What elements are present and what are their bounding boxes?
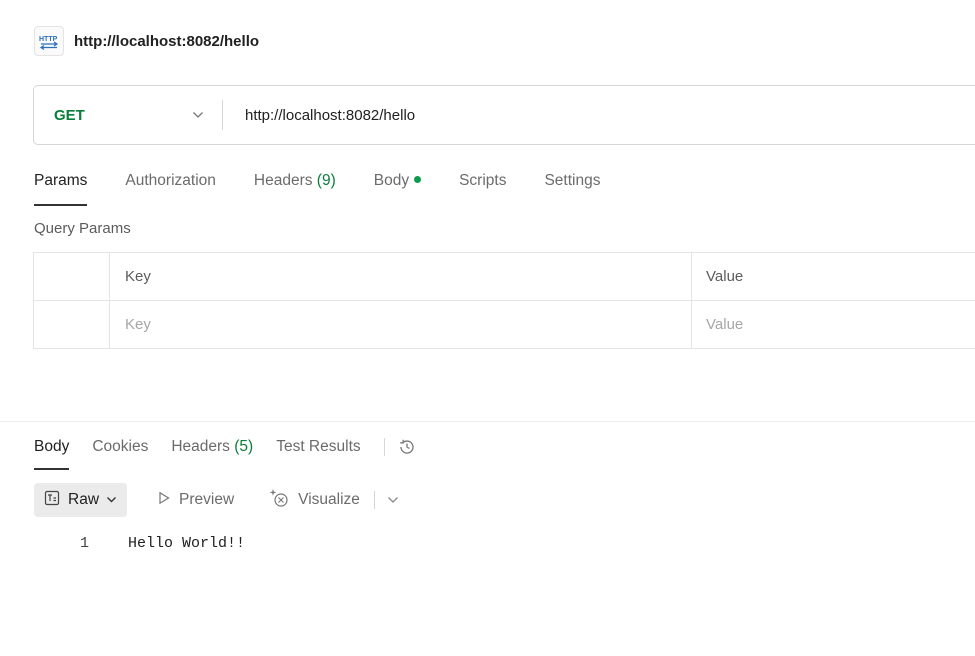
response-tab-cookies[interactable]: Cookies bbox=[92, 436, 148, 470]
raw-format-icon bbox=[44, 490, 60, 511]
query-params-table: Key Value Key Value bbox=[33, 252, 975, 349]
response-tab-headers[interactable]: Headers (5) bbox=[171, 436, 253, 470]
tab-body[interactable]: Body bbox=[373, 170, 422, 206]
response-code-line: 1 Hello World!! bbox=[80, 535, 245, 552]
response-tab-headers-label: Headers bbox=[171, 438, 230, 455]
play-icon bbox=[157, 491, 171, 510]
method-select[interactable]: GET bbox=[34, 86, 222, 144]
preview-label: Preview bbox=[179, 491, 235, 508]
tab-separator bbox=[383, 438, 385, 456]
visualize-button[interactable]: Visualize bbox=[268, 488, 360, 513]
row-checkbox-cell bbox=[33, 300, 110, 349]
url-input[interactable] bbox=[223, 86, 975, 144]
tab-headers[interactable]: Headers (9) bbox=[254, 170, 336, 206]
tab-authorization[interactable]: Authorization bbox=[125, 170, 215, 206]
response-tab-test-results[interactable]: Test Results bbox=[276, 436, 360, 470]
history-icon[interactable] bbox=[397, 437, 417, 462]
tab-params[interactable]: Params bbox=[34, 170, 88, 206]
line-number: 1 bbox=[80, 535, 90, 552]
tab-body-label: Body bbox=[373, 172, 410, 189]
response-tab-test-results-label: Test Results bbox=[276, 438, 361, 455]
table-header-value: Value bbox=[691, 252, 975, 301]
headers-count: (9) bbox=[316, 172, 336, 189]
response-body-text: Hello World!! bbox=[128, 535, 246, 552]
query-params-label: Query Params bbox=[34, 220, 131, 237]
response-tab-body-label: Body bbox=[34, 438, 70, 455]
request-title-row: HTTP http://localhost:8082/hello bbox=[34, 26, 259, 56]
tab-scripts-label: Scripts bbox=[459, 172, 507, 189]
request-tabs: Params Authorization Headers (9) Body Sc… bbox=[34, 170, 638, 206]
response-headers-count: (5) bbox=[234, 438, 254, 455]
table-row: Key Value bbox=[33, 300, 975, 349]
table-header-row: Key Value bbox=[33, 252, 975, 301]
response-divider[interactable] bbox=[0, 421, 975, 422]
table-checkbox-header bbox=[33, 252, 110, 301]
view-separator bbox=[373, 491, 375, 509]
tab-params-label: Params bbox=[34, 172, 88, 189]
tab-scripts[interactable]: Scripts bbox=[459, 170, 506, 206]
http-icon: HTTP bbox=[34, 26, 64, 56]
body-indicator-dot bbox=[414, 176, 422, 183]
tab-settings-label: Settings bbox=[544, 172, 601, 189]
response-tab-body[interactable]: Body bbox=[34, 436, 70, 470]
chevron-down-icon bbox=[192, 106, 204, 124]
sparkle-icon bbox=[268, 488, 290, 513]
visualize-label: Visualize bbox=[298, 491, 360, 508]
raw-format-button[interactable]: Raw bbox=[34, 483, 128, 517]
table-header-key: Key bbox=[109, 252, 692, 301]
response-view-row: Raw Preview Visualize bbox=[34, 483, 399, 517]
method-label: GET bbox=[54, 106, 85, 124]
value-input[interactable]: Value bbox=[691, 300, 975, 349]
tab-authorization-label: Authorization bbox=[125, 172, 216, 189]
request-tab-title[interactable]: http://localhost:8082/hello bbox=[74, 33, 259, 50]
raw-format-label: Raw bbox=[68, 491, 100, 508]
url-bar: GET bbox=[33, 85, 975, 145]
tab-headers-label: Headers bbox=[253, 172, 313, 189]
tab-settings[interactable]: Settings bbox=[544, 170, 600, 206]
key-input[interactable]: Key bbox=[109, 300, 692, 349]
response-tab-cookies-label: Cookies bbox=[92, 438, 149, 455]
chevron-down-icon bbox=[106, 491, 117, 509]
preview-button[interactable]: Preview bbox=[157, 491, 234, 510]
response-tabs: Body Cookies Headers (5) Test Results bbox=[34, 436, 417, 470]
chevron-down-icon[interactable] bbox=[387, 496, 399, 504]
